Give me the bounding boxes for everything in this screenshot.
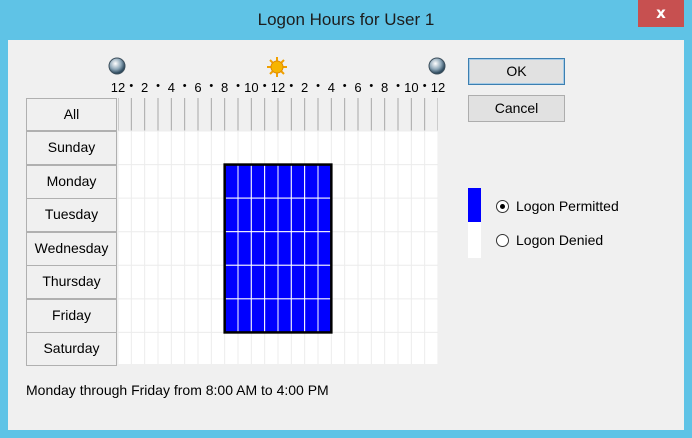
hour-tick: • — [182, 80, 187, 92]
permitted-hour-cell[interactable] — [304, 164, 319, 199]
dialog-window: Logon Hours for User 1 x 12 2 4 6 8 10 12 2 4 6 8 1… — [0, 0, 692, 438]
permitted-hour-cell[interactable] — [264, 298, 279, 333]
permitted-hour-cell[interactable] — [250, 298, 266, 333]
permitted-hour-cell[interactable] — [224, 264, 239, 300]
permitted-hour-cell[interactable] — [264, 164, 279, 199]
permitted-hour-cell[interactable] — [250, 264, 266, 300]
hour-label: 12 — [430, 80, 446, 95]
logon-hours-grid[interactable] — [118, 98, 438, 364]
permitted-hour-cell[interactable] — [317, 197, 332, 233]
permitted-hour-cell[interactable] — [277, 164, 292, 199]
schedule-summary: Monday through Friday from 8:00 AM to 4:… — [26, 382, 329, 398]
logon-denied-radio[interactable] — [496, 234, 509, 247]
permitted-hour-cell[interactable] — [317, 298, 332, 333]
hour-label: 4 — [167, 80, 175, 95]
hour-label: 8 — [221, 80, 229, 95]
permitted-hour-cell[interactable] — [317, 164, 332, 199]
permitted-hour-cell[interactable] — [264, 197, 279, 233]
day-button-wednesday[interactable]: Wednesday — [26, 231, 117, 266]
cancel-button[interactable]: Cancel — [468, 95, 565, 122]
permitted-hour-cell[interactable] — [224, 197, 239, 233]
hour-label: 12 — [270, 80, 286, 95]
hour-tick: • — [262, 80, 267, 92]
hour-tick: • — [396, 80, 400, 92]
permitted-hour-cell[interactable] — [237, 164, 252, 199]
permitted-hour-cell[interactable] — [250, 164, 266, 199]
hour-tick: • — [209, 80, 214, 92]
moon-icon — [428, 57, 446, 75]
day-button-saturday[interactable]: Saturday — [26, 332, 117, 367]
permitted-hour-cell[interactable] — [237, 231, 252, 266]
hour-label: 6 — [354, 80, 362, 95]
hour-label: 8 — [381, 80, 389, 95]
day-button-thursday[interactable]: Thursday — [26, 265, 117, 300]
hour-label: 12 — [110, 80, 126, 95]
hour-tick: • — [156, 80, 160, 92]
logon-denied-label[interactable]: Logon Denied — [516, 232, 603, 248]
permitted-hour-cell[interactable] — [224, 164, 239, 199]
permitted-hour-cell[interactable] — [304, 231, 319, 266]
hour-tick: • — [289, 80, 294, 92]
hour-label: 6 — [194, 80, 202, 95]
hour-tick: • — [129, 80, 134, 92]
permitted-hour-cell[interactable] — [290, 298, 306, 333]
hour-label: 4 — [327, 80, 335, 95]
hour-label: 2 — [301, 80, 309, 95]
logon-permitted-label[interactable]: Logon Permitted — [516, 198, 619, 214]
permitted-hour-cell[interactable] — [290, 264, 306, 300]
day-button-monday[interactable]: Monday — [26, 164, 117, 199]
hour-tick: • — [316, 80, 320, 92]
hour-tick: • — [369, 80, 374, 92]
hour-tick: • — [422, 80, 427, 92]
permitted-hour-cell[interactable] — [237, 298, 252, 333]
permitted-hour-cell[interactable] — [290, 197, 306, 233]
permitted-hour-cell[interactable] — [237, 264, 252, 300]
permitted-hour-cell[interactable] — [250, 197, 266, 233]
permitted-hour-cell[interactable] — [304, 197, 319, 233]
permitted-hour-cell[interactable] — [290, 231, 306, 266]
hour-label: 2 — [141, 80, 149, 95]
permitted-hour-cell[interactable] — [304, 298, 319, 333]
close-icon: x — [656, 4, 666, 22]
permitted-hour-cell[interactable] — [277, 298, 292, 333]
radio-selected-dot — [500, 204, 505, 209]
hour-tick: • — [236, 80, 240, 92]
permitted-hour-cell[interactable] — [224, 298, 239, 333]
select-all-button[interactable]: All — [26, 98, 117, 131]
permitted-hour-cell[interactable] — [250, 231, 266, 266]
hour-tick: • — [342, 80, 347, 92]
sun-icon — [267, 57, 287, 77]
permitted-hour-cell[interactable] — [290, 164, 306, 199]
permitted-hour-cell[interactable] — [277, 231, 292, 266]
logon-permitted-radio[interactable] — [496, 200, 509, 213]
close-button[interactable]: x — [638, 0, 684, 27]
hour-label: 10 — [404, 80, 419, 95]
moon-icon — [108, 57, 126, 75]
permitted-hour-cell[interactable] — [317, 264, 332, 300]
window-title: Logon Hours for User 1 — [257, 10, 435, 29]
dialog-body: 12 2 4 6 8 10 12 2 4 6 8 10 12 • • • • • • • • • • • • All Sunda… — [8, 40, 684, 430]
denied-swatch — [468, 222, 481, 258]
day-button-sunday[interactable]: Sunday — [26, 131, 117, 165]
permitted-hour-cell[interactable] — [237, 197, 252, 233]
permitted-hour-cell[interactable] — [264, 264, 279, 300]
hour-label: 10 — [244, 80, 259, 95]
day-button-tuesday[interactable]: Tuesday — [26, 198, 117, 233]
permitted-hour-cell[interactable] — [277, 197, 292, 233]
ok-button[interactable]: OK — [468, 58, 565, 85]
permitted-hour-cell[interactable] — [317, 231, 332, 266]
day-button-friday[interactable]: Friday — [26, 298, 117, 333]
permitted-swatch — [468, 188, 481, 222]
title-bar[interactable]: Logon Hours for User 1 x — [0, 0, 692, 40]
permitted-hour-cell[interactable] — [264, 231, 279, 266]
permitted-hour-cell[interactable] — [304, 264, 319, 300]
permitted-hour-cell[interactable] — [277, 264, 292, 300]
permitted-hour-cell[interactable] — [224, 231, 239, 266]
